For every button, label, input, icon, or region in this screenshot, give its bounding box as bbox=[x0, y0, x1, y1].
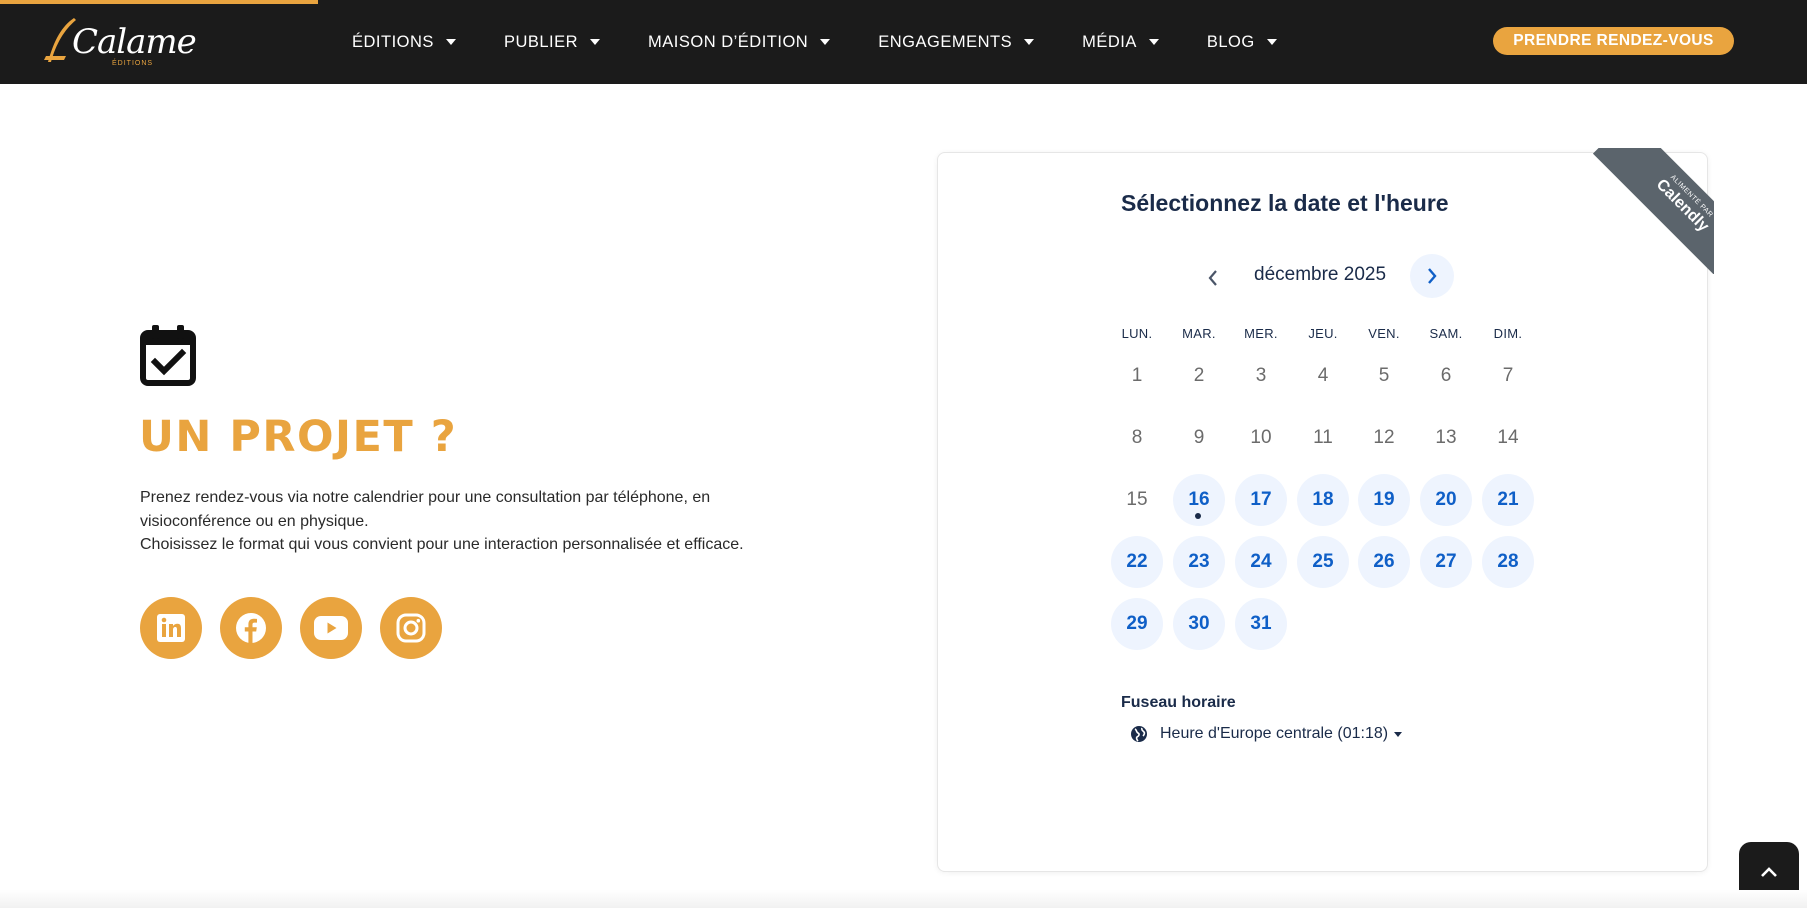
nav-item-label: BLOG bbox=[1206, 32, 1255, 51]
weekday-label: DIM. bbox=[1493, 326, 1523, 341]
nav-item-label: ÉDITIONS bbox=[352, 32, 434, 51]
main-nav: ÉDITIONS PUBLIER MAISON D’ÉDITION ENGAGE… bbox=[352, 0, 1277, 84]
chevron-right-icon bbox=[1428, 268, 1437, 284]
calendar-day-unavailable: 3 bbox=[1255, 365, 1267, 386]
timezone-value: Heure d'Europe centrale (01:18) bbox=[1160, 725, 1389, 742]
calame-logo[interactable]: Calame ÉDITIONS bbox=[42, 12, 197, 72]
calendar-day-unavailable: 4 bbox=[1317, 365, 1329, 386]
linkedin-icon bbox=[157, 614, 185, 642]
chevron-down-icon bbox=[445, 39, 456, 45]
facebook-icon bbox=[236, 613, 266, 643]
ribbon-band: ALIMENTÉ PAR Calendly bbox=[1592, 148, 1714, 274]
calendar-day-available[interactable]: 31 bbox=[1235, 598, 1287, 650]
nav-item-label: PUBLIER bbox=[503, 32, 579, 51]
calendar-day-available[interactable]: 18 bbox=[1297, 474, 1349, 526]
nav-item-publier[interactable]: PUBLIER bbox=[503, 32, 601, 52]
instagram-icon bbox=[396, 613, 426, 643]
calendar-day-available[interactable]: 21 bbox=[1482, 474, 1534, 526]
site-header: Calame ÉDITIONS ÉDITIONS PUBLIER MAISON … bbox=[0, 0, 1807, 84]
weekday-label: LUN. bbox=[1121, 326, 1153, 341]
logo-subtitle: ÉDITIONS bbox=[112, 60, 154, 67]
chevron-left-icon bbox=[1208, 270, 1217, 286]
globe-icon bbox=[1131, 726, 1147, 742]
powered-by-calendly-ribbon[interactable]: ALIMENTÉ PAR Calendly bbox=[1588, 148, 1714, 274]
weekday-label: SAM. bbox=[1429, 326, 1463, 341]
calendar-day-available[interactable]: 29 bbox=[1111, 598, 1163, 650]
chevron-up-icon bbox=[1761, 867, 1777, 877]
calendar-day-unavailable: 6 bbox=[1440, 365, 1452, 386]
instagram-link[interactable] bbox=[380, 597, 442, 659]
nav-item-editions[interactable]: ÉDITIONS bbox=[352, 33, 456, 52]
current-month: décembre 2025 bbox=[1254, 264, 1387, 285]
calendar-day-available[interactable]: 20 bbox=[1420, 474, 1472, 526]
calendar-day-available[interactable]: 26 bbox=[1358, 536, 1410, 588]
calendar-day-unavailable: 5 bbox=[1378, 365, 1390, 386]
calendar-day-unavailable: 13 bbox=[1435, 427, 1457, 448]
calendar-title: Sélectionnez la date et l'heure bbox=[1121, 190, 1449, 216]
next-month-button[interactable] bbox=[1410, 254, 1454, 298]
calendar-day-available[interactable]: 27 bbox=[1420, 536, 1472, 588]
youtube-link[interactable] bbox=[300, 597, 362, 659]
social-links bbox=[140, 597, 460, 659]
chevron-down-icon bbox=[1266, 39, 1277, 45]
nav-item-label: MÉDIA bbox=[1082, 32, 1137, 51]
calendar-day-unavailable: 1 bbox=[1131, 365, 1143, 386]
nav-item-media[interactable]: MÉDIA bbox=[1082, 33, 1159, 52]
intro-line: visioconférence ou en physique. bbox=[140, 512, 369, 530]
calendar-day-available[interactable]: 25 bbox=[1297, 536, 1349, 588]
calendar-day-unavailable: 9 bbox=[1193, 427, 1205, 448]
calendar-day-unavailable: 12 bbox=[1373, 427, 1395, 448]
calendar-day-unavailable: 11 bbox=[1313, 427, 1333, 448]
calendar-day-available[interactable]: 24 bbox=[1235, 536, 1287, 588]
caret-down-icon bbox=[1394, 731, 1403, 737]
calendar-day-unavailable: 10 bbox=[1250, 427, 1272, 448]
intro-text: Prenez rendez-vous via notre calendrier … bbox=[140, 486, 840, 557]
today-indicator bbox=[1195, 513, 1201, 519]
previous-month-button[interactable] bbox=[1195, 260, 1231, 296]
calendar-day-unavailable: 8 bbox=[1131, 427, 1143, 448]
nav-item-label: MAISON D’ÉDITION bbox=[648, 32, 809, 51]
calendar-day-available[interactable]: 23 bbox=[1173, 536, 1225, 588]
weekday-label: JEU. bbox=[1308, 326, 1338, 341]
calendar-day-unavailable: 2 bbox=[1193, 365, 1205, 386]
facebook-link[interactable] bbox=[220, 597, 282, 659]
calendar-day-unavailable: 14 bbox=[1497, 427, 1519, 448]
weekday-label: MAR. bbox=[1182, 326, 1216, 341]
chevron-down-icon bbox=[590, 39, 601, 45]
calendar-day-available[interactable]: 17 bbox=[1235, 474, 1287, 526]
calendar-day-available[interactable]: 28 bbox=[1482, 536, 1534, 588]
page-headline: UN PROJET ? bbox=[139, 412, 458, 462]
chevron-down-icon bbox=[820, 39, 831, 45]
calendar-day-unavailable: 7 bbox=[1502, 365, 1514, 386]
linkedin-link[interactable] bbox=[140, 597, 202, 659]
weekday-label: VEN. bbox=[1368, 326, 1400, 341]
calendar-day-available[interactable]: 22 bbox=[1111, 536, 1163, 588]
calendar-check-icon bbox=[140, 325, 196, 386]
calendar-day-unavailable: 15 bbox=[1126, 489, 1148, 510]
youtube-icon bbox=[314, 616, 348, 640]
weekday-label: MER. bbox=[1244, 326, 1278, 341]
nav-item-label: ENGAGEMENTS bbox=[878, 32, 1013, 51]
chevron-down-icon bbox=[1148, 39, 1159, 45]
scroll-progress-bar bbox=[0, 0, 318, 4]
nav-item-blog[interactable]: BLOG bbox=[1207, 33, 1277, 52]
timezone-label: Fuseau horaire bbox=[1121, 694, 1236, 711]
nav-item-engagements[interactable]: ENGAGEMENTS bbox=[878, 32, 1035, 52]
intro-line: Prenez rendez-vous via notre calendrier … bbox=[140, 489, 711, 506]
chevron-down-icon bbox=[1024, 39, 1035, 45]
timezone-select[interactable]: Heure d'Europe centrale (01:18) bbox=[1130, 722, 1403, 746]
logo-text: Calame bbox=[72, 22, 197, 62]
footer-edge bbox=[0, 890, 1807, 908]
nav-item-maison-edition[interactable]: MAISON D’ÉDITION bbox=[648, 32, 831, 52]
intro-line: Choisissez le format qui vous convient p… bbox=[140, 536, 744, 553]
calendar-day-available[interactable]: 19 bbox=[1358, 474, 1410, 526]
calendar-day-available[interactable]: 30 bbox=[1173, 598, 1225, 650]
book-appointment-button[interactable]: PRENDRE RENDEZ-VOUS bbox=[1493, 27, 1734, 55]
